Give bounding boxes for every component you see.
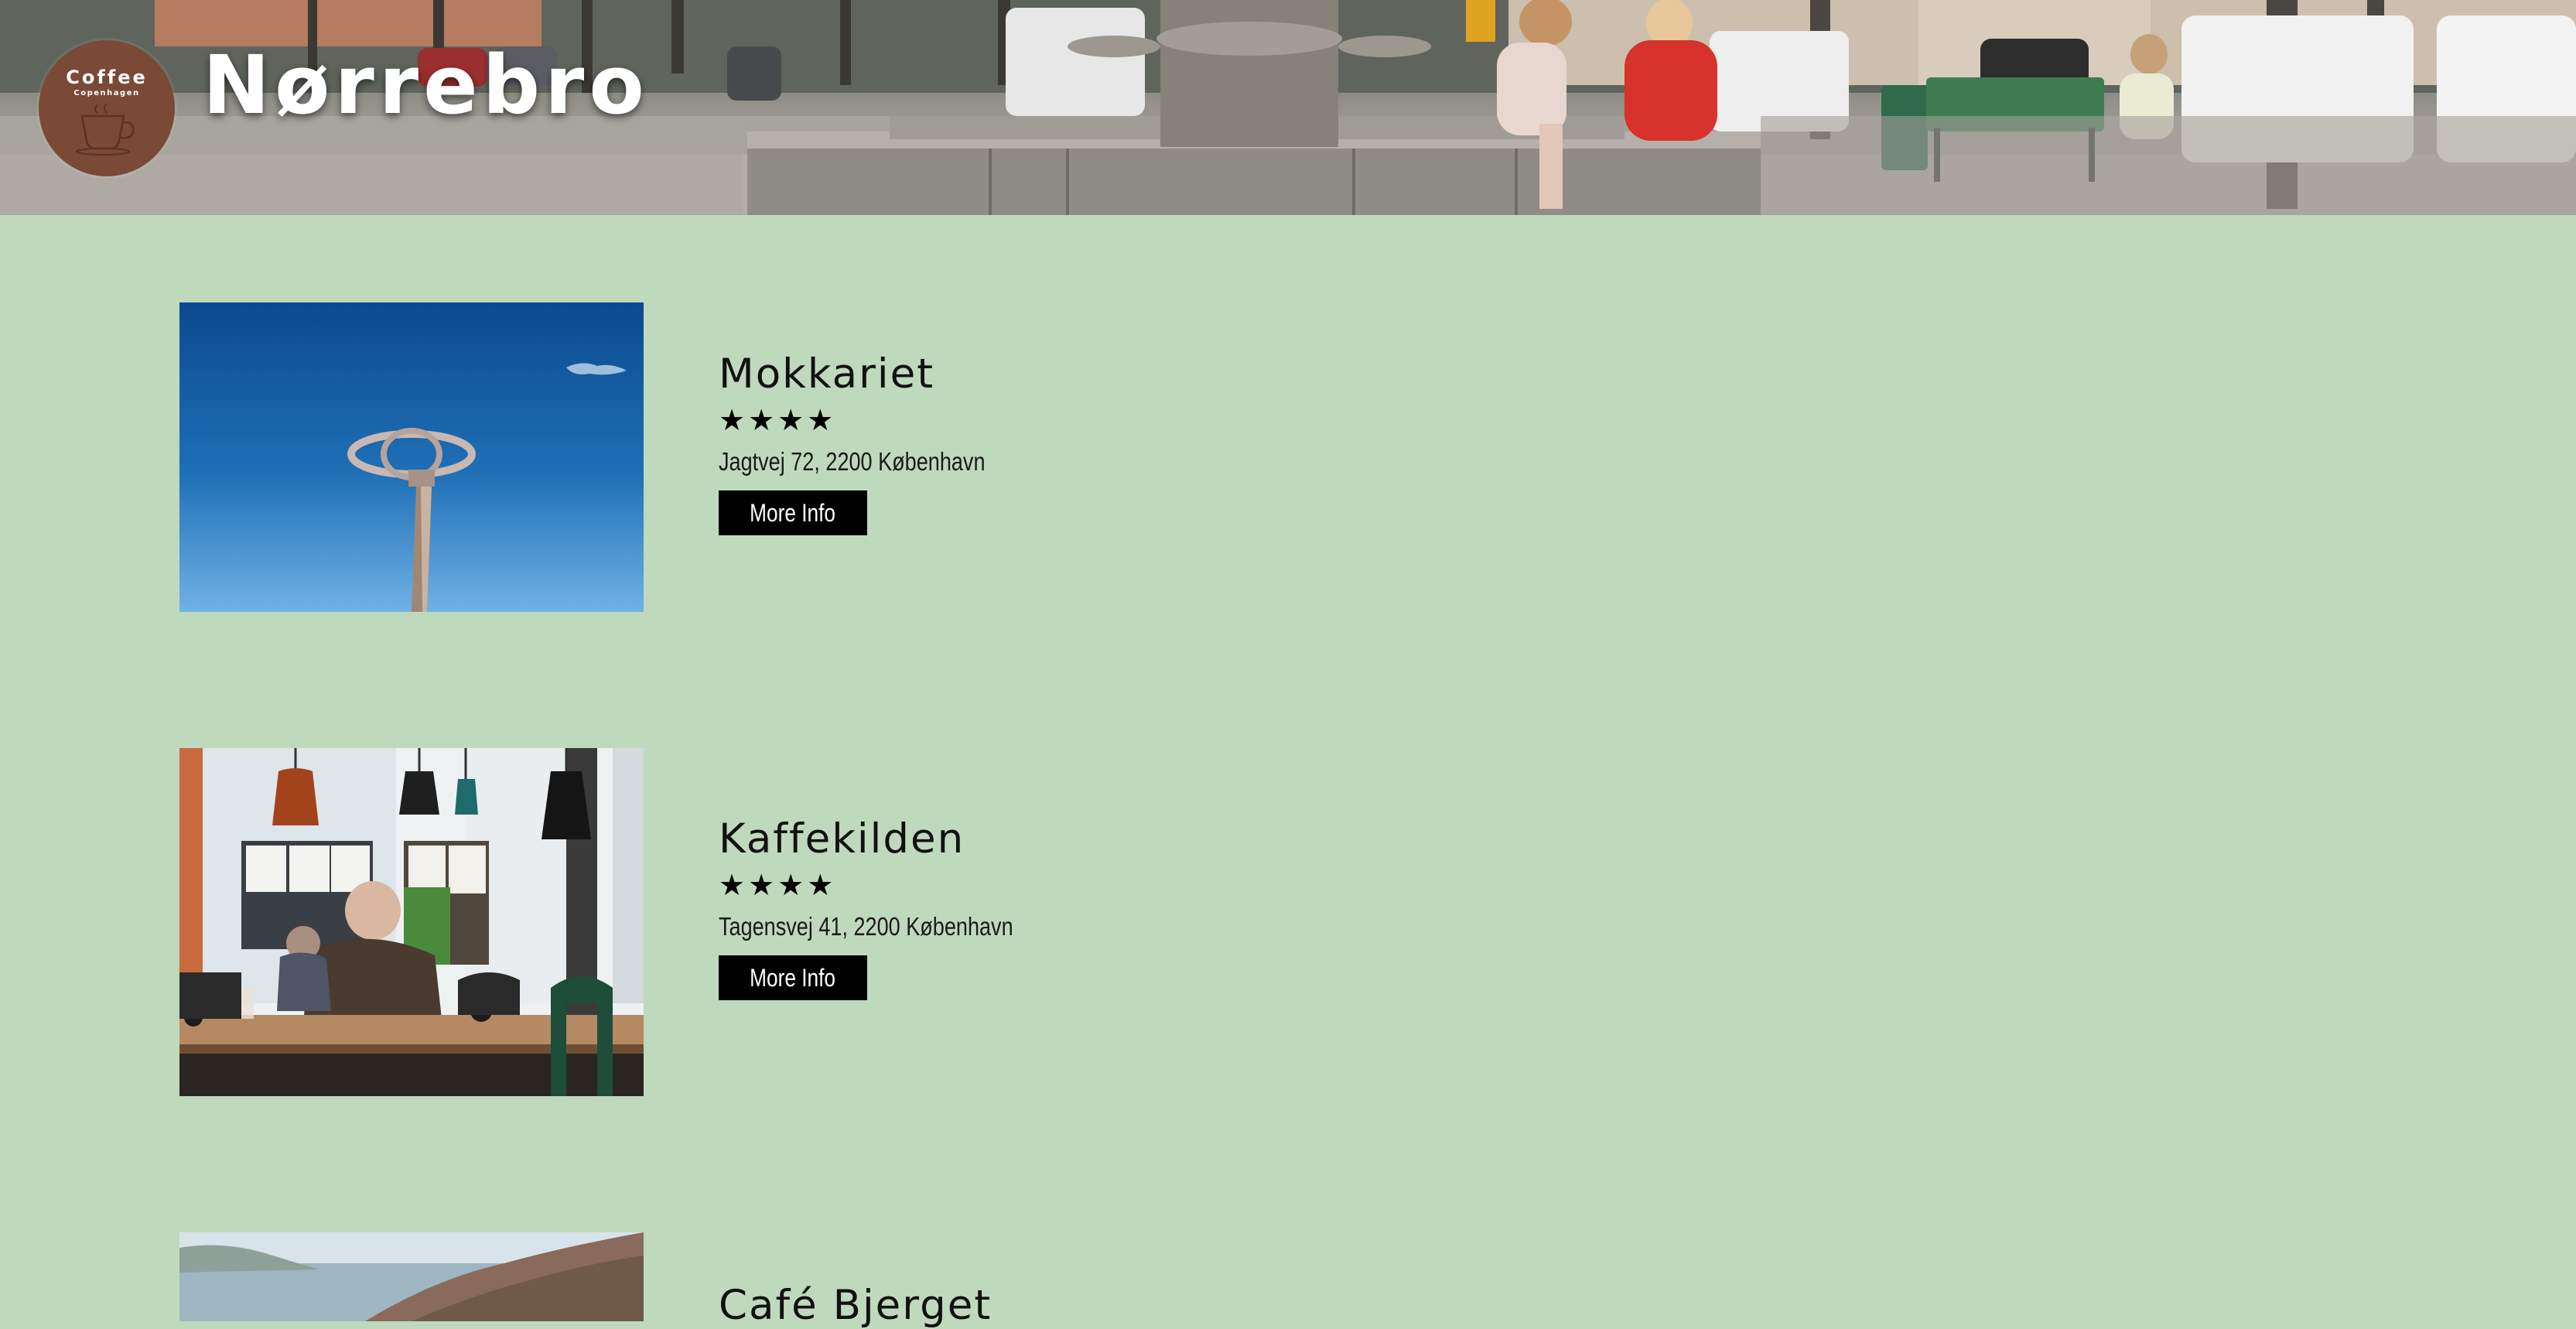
logo-line-1: Coffee	[66, 67, 148, 88]
cafe-info: Mokkariet ★★★★ Jagtvej 72, 2200 Københav…	[719, 354, 1044, 535]
star-rating: ★★★★	[719, 403, 837, 437]
coffee-copenhagen-logo[interactable]: Coffee Copenhagen	[39, 40, 175, 176]
more-info-button[interactable]: More Info	[719, 490, 867, 535]
cafe-address: Tagensvej 41, 2200 København	[719, 912, 1013, 941]
cafe-interior-photo	[179, 748, 644, 1096]
cafe-name: Café Bjerget	[719, 1282, 992, 1329]
coffee-cup-icon	[76, 103, 135, 155]
star-rating: ★★★★	[719, 868, 837, 902]
cafe-address: Jagtvej 72, 2200 København	[719, 447, 986, 476]
cafe-name: Kaffekilden	[719, 815, 965, 863]
cafe-info: Café Bjerget	[719, 1285, 992, 1326]
button-label: More Info	[750, 498, 836, 527]
cafe-info: Kaffekilden ★★★★ Tagensvej 41, 2200 Købe…	[719, 818, 1078, 1000]
cafe-name: Mokkariet	[719, 350, 934, 398]
sky-sculpture-photo	[179, 302, 644, 612]
page-title: Nørrebro	[203, 38, 649, 132]
coastal-hill-photo	[179, 1232, 644, 1321]
logo-line-2: Copenhagen	[73, 89, 140, 97]
more-info-button[interactable]: More Info	[719, 955, 867, 1000]
button-label: More Info	[750, 963, 836, 992]
hero-banner: Coffee Copenhagen Nørrebro	[0, 0, 2576, 215]
